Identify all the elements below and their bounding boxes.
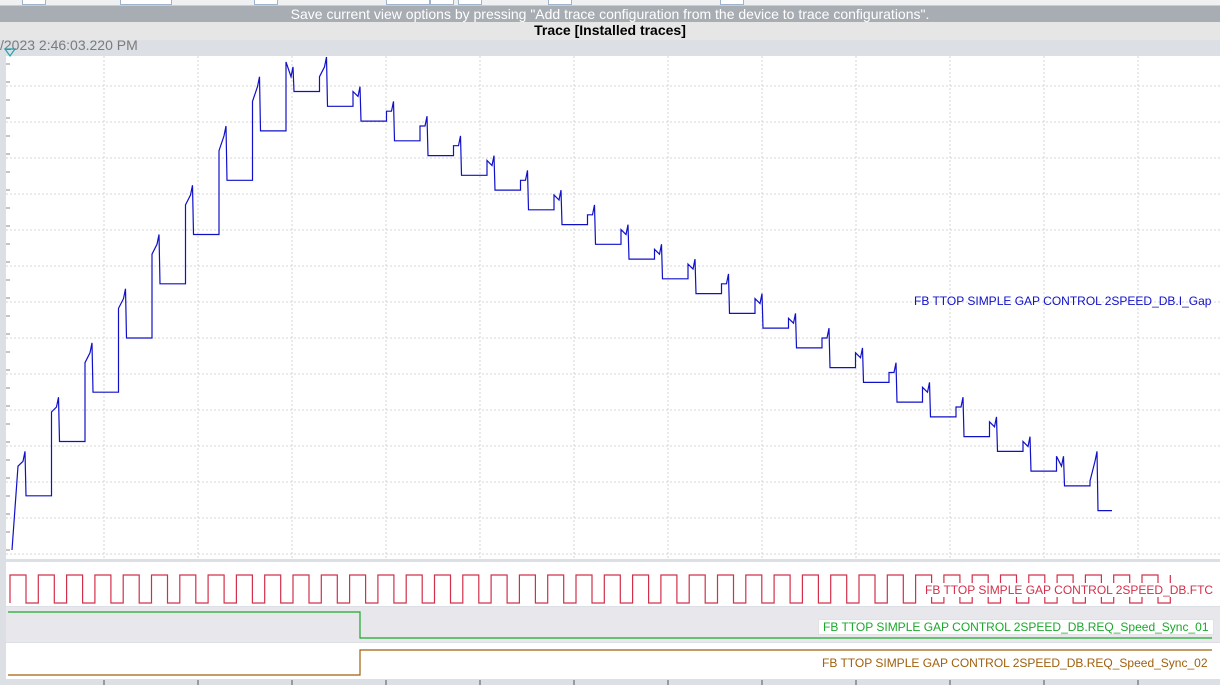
legend-label-req-speed-sync-01: FB TTOP SIMPLE GAP CONTROL 2SPEED_DB.REQ… [818,619,1214,635]
legend-label-req-speed-sync-02: FB TTOP SIMPLE GAP CONTROL 2SPEED_DB.REQ… [822,656,1208,670]
trigger-timestamp: /2023 2:46:03.220 PM [0,37,138,53]
legend-label-i-gap: FB TTOP SIMPLE GAP CONTROL 2SPEED_DB.I_G… [914,294,1212,308]
legend-label-ftc: FB TTOP SIMPLE GAP CONTROL 2SPEED_DB.FTC [925,583,1214,597]
